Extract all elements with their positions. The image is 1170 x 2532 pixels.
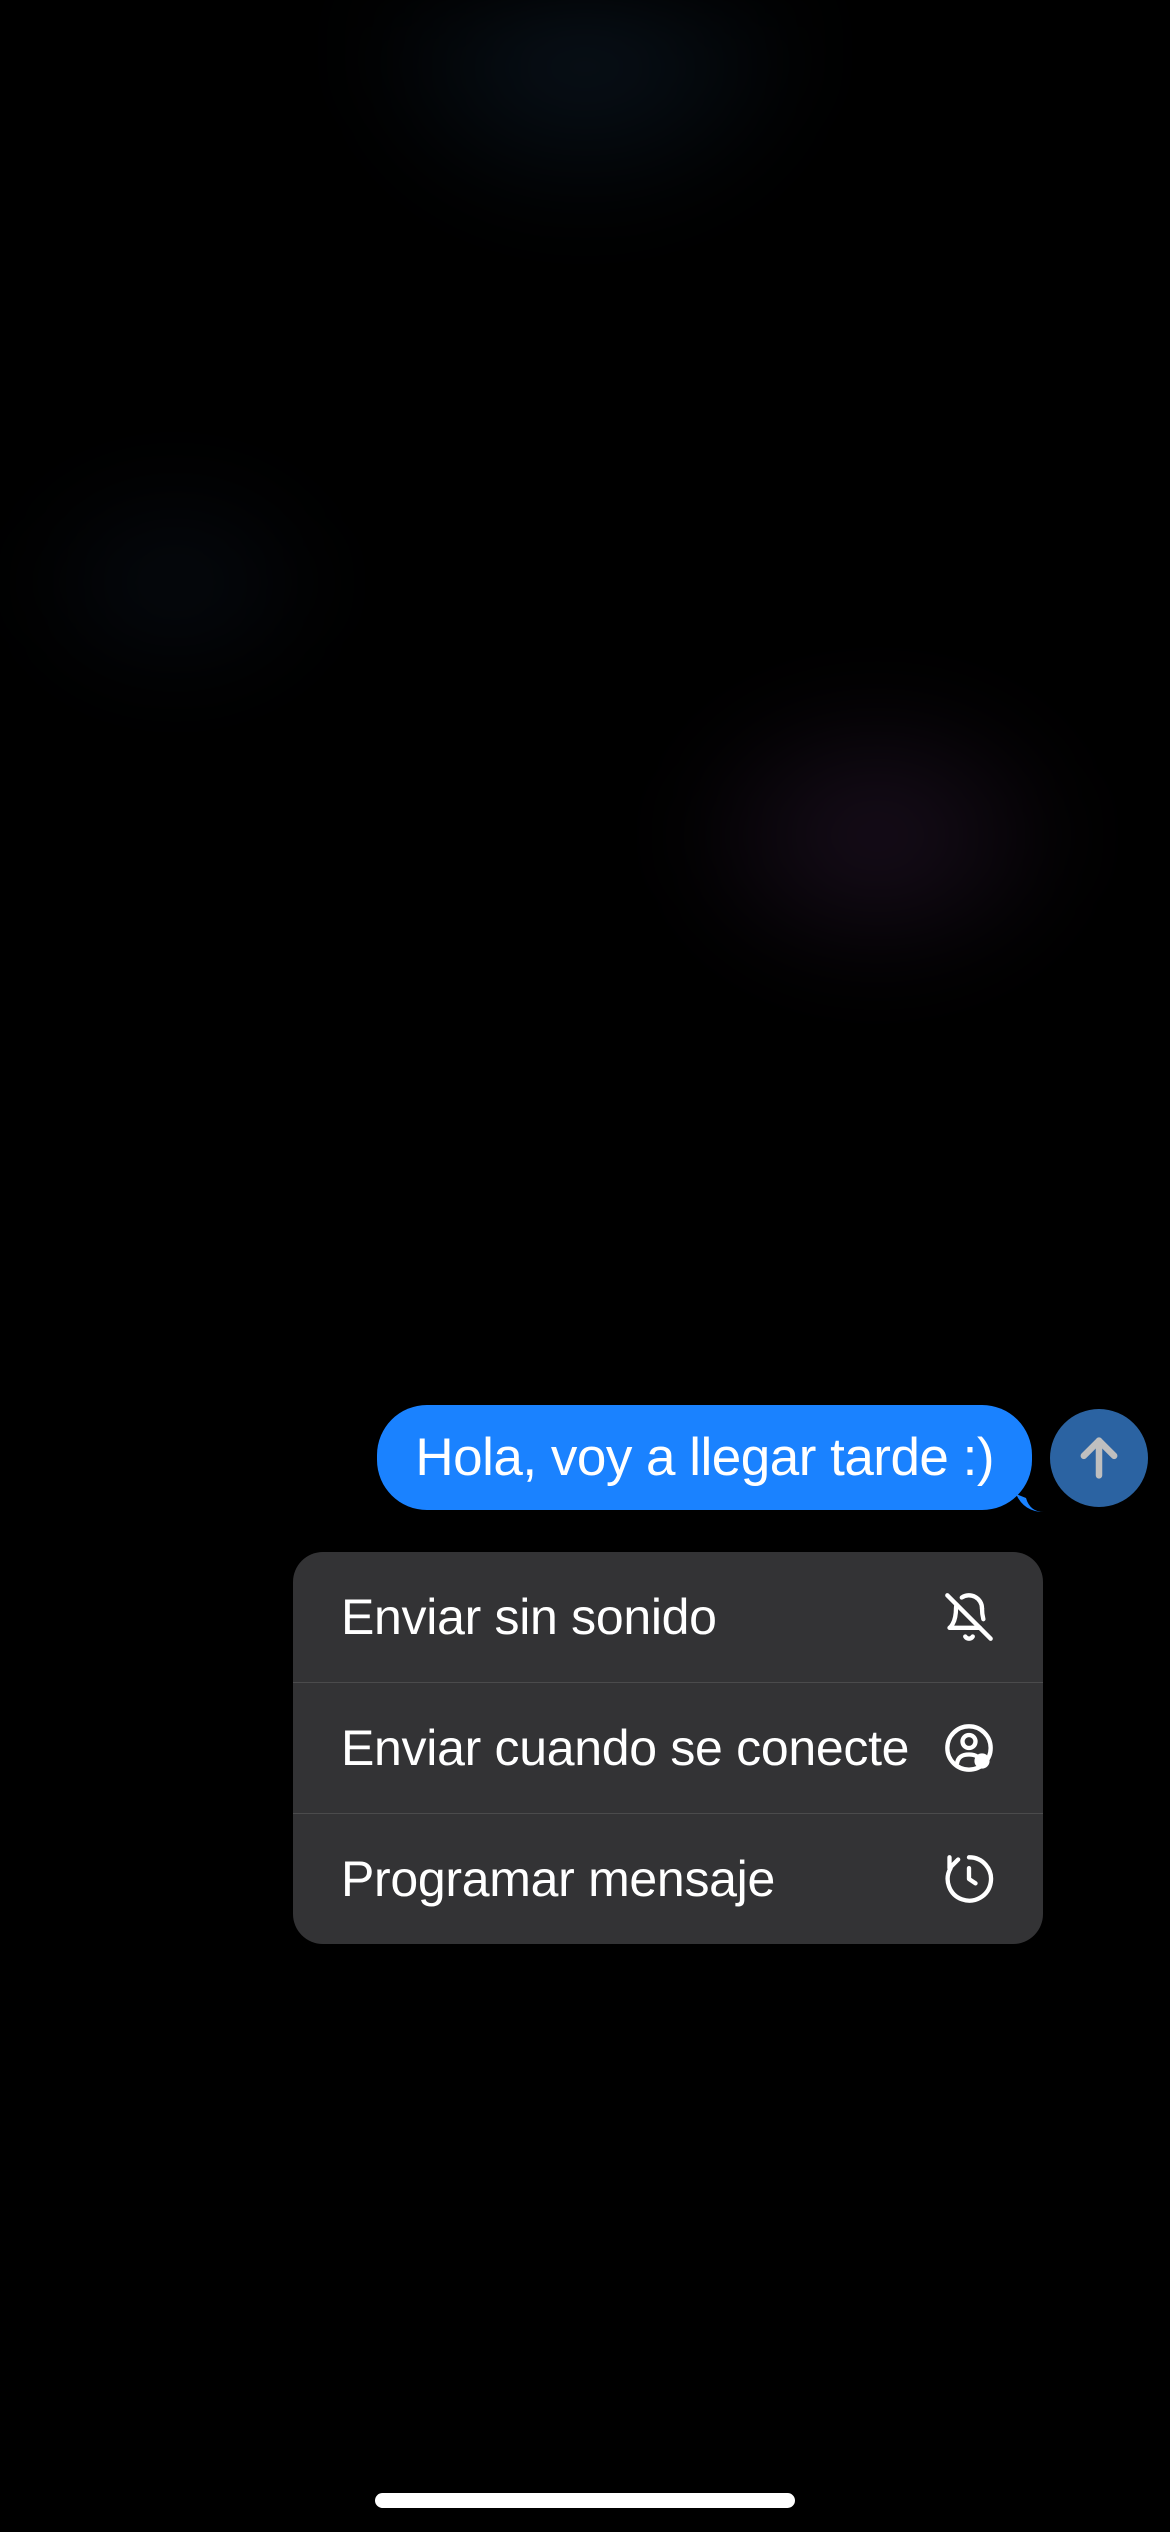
menu-item-schedule-message[interactable]: Programar mensaje xyxy=(293,1814,1043,1944)
clock-rotate-icon xyxy=(943,1853,995,1905)
menu-item-label: Enviar cuando se conecte xyxy=(341,1719,909,1777)
person-online-icon xyxy=(943,1722,995,1774)
send-options-menu: Enviar sin sonido Enviar cuando se conec… xyxy=(293,1552,1043,1944)
arrow-up-icon xyxy=(1073,1432,1125,1484)
menu-item-send-when-online[interactable]: Enviar cuando se conecte xyxy=(293,1683,1043,1814)
home-indicator[interactable] xyxy=(375,2493,795,2508)
message-row: Hola, voy a llegar tarde :) xyxy=(0,1405,1170,1510)
outgoing-message-bubble[interactable]: Hola, voy a llegar tarde :) xyxy=(377,1405,1032,1510)
menu-item-label: Programar mensaje xyxy=(341,1850,775,1908)
send-button[interactable] xyxy=(1050,1409,1148,1507)
bubble-tail xyxy=(1016,1484,1044,1512)
blurred-background xyxy=(0,0,1170,2532)
message-text: Hola, voy a llegar tarde :) xyxy=(415,1428,994,1487)
bell-slash-icon xyxy=(943,1591,995,1643)
menu-item-label: Enviar sin sonido xyxy=(341,1588,717,1646)
menu-item-send-silently[interactable]: Enviar sin sonido xyxy=(293,1552,1043,1683)
